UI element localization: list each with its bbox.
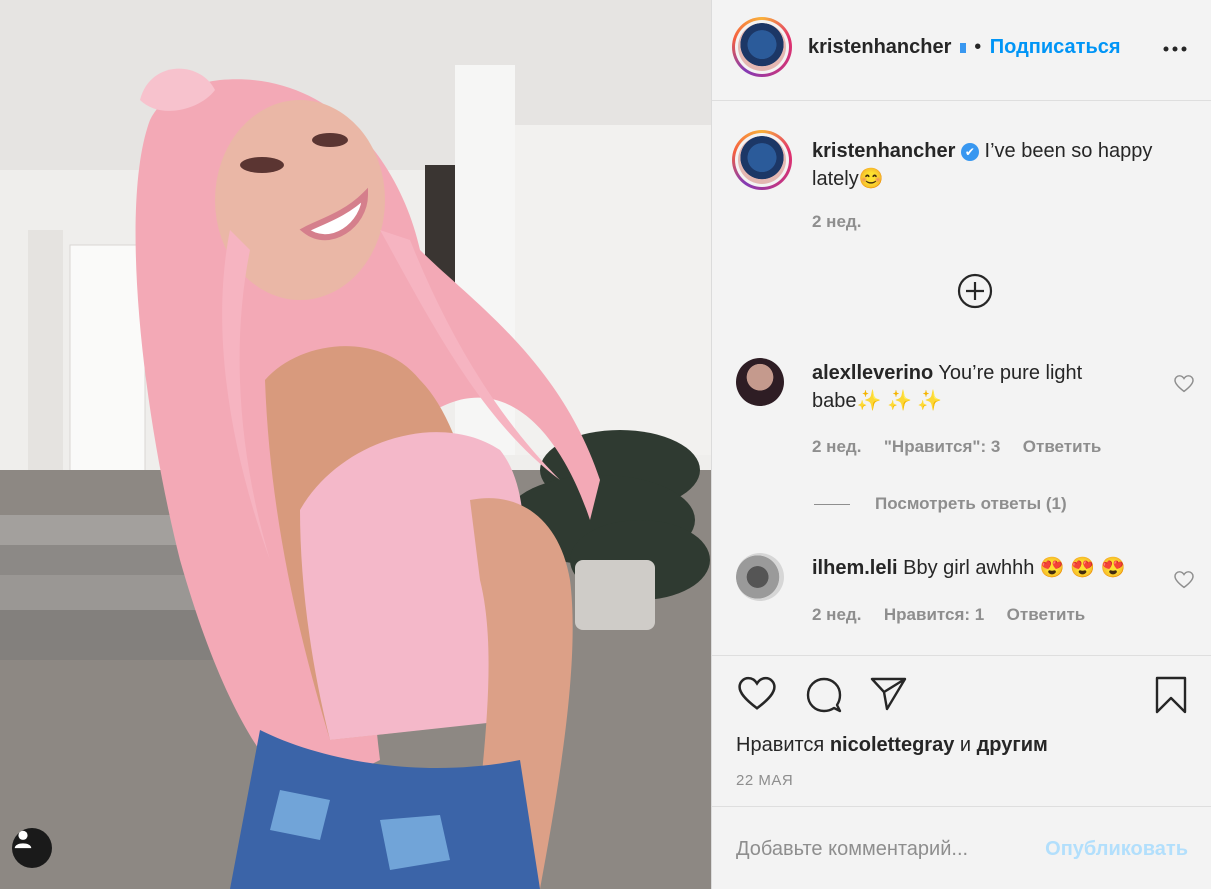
like-button[interactable] bbox=[738, 676, 776, 717]
post-actions: Нравится nicolettegray и другим 22 МАЯ bbox=[712, 655, 1211, 807]
comment-text-line2: babe✨ ✨ ✨ bbox=[812, 390, 943, 412]
heart-outline-icon bbox=[738, 676, 776, 710]
commenter-avatar[interactable] bbox=[736, 553, 784, 601]
comment-bubble-icon bbox=[806, 677, 842, 713]
likes-prefix: Нравится bbox=[736, 734, 825, 756]
tagged-users-button[interactable] bbox=[12, 828, 52, 868]
header-username[interactable]: kristenhancher bbox=[808, 36, 951, 58]
bookmark-icon bbox=[1155, 676, 1187, 714]
caption-username[interactable]: kristenhancher bbox=[812, 140, 955, 162]
comment-meta: 2 нед. "Нравится": 3 Ответить bbox=[812, 437, 1101, 457]
heart-outline-icon bbox=[1174, 571, 1194, 589]
likes-others-button[interactable]: другим bbox=[977, 734, 1048, 756]
more-horizontal-icon bbox=[1163, 46, 1187, 52]
caption-text-line2: lately😊 bbox=[812, 168, 884, 190]
comment-meta: 2 нед. Нравится: 1 Ответить bbox=[812, 605, 1085, 625]
more-options-button[interactable] bbox=[1162, 36, 1188, 67]
verified-badge-icon bbox=[959, 43, 966, 53]
send-paper-plane-icon bbox=[870, 677, 907, 711]
comment-likes[interactable]: "Нравится": 3 bbox=[884, 437, 1000, 456]
caption: kristenhancher ✔ I’ve been so happy late… bbox=[812, 137, 1192, 193]
comment-likes[interactable]: Нравится: 1 bbox=[884, 605, 984, 624]
post-date[interactable]: 22 МАЯ bbox=[736, 772, 793, 789]
save-button[interactable] bbox=[1154, 676, 1188, 719]
comment-text-line1: You’re pure light bbox=[938, 362, 1083, 384]
caption-time[interactable]: 2 нед. bbox=[812, 212, 861, 232]
post-photo[interactable] bbox=[0, 0, 711, 889]
heart-outline-icon bbox=[1174, 375, 1194, 393]
commenter-avatar[interactable] bbox=[736, 358, 784, 406]
comment-username[interactable]: alexlleverino bbox=[812, 362, 933, 384]
header-user-line: kristenhancher • Подписаться bbox=[808, 36, 1121, 59]
user-icon bbox=[14, 830, 32, 849]
comment-time[interactable]: 2 нед. bbox=[812, 605, 861, 624]
replies-divider bbox=[814, 504, 850, 505]
load-more-comments-button[interactable] bbox=[957, 273, 993, 314]
comment-text: Bby girl awhhh 😍 😍 😍 bbox=[903, 557, 1126, 579]
comment-form: Добавьте комментарий... Опубликовать bbox=[712, 806, 1211, 889]
comment-username[interactable]: ilhem.leli bbox=[812, 557, 898, 579]
dot-separator: • bbox=[974, 36, 982, 58]
comment-button[interactable] bbox=[805, 676, 843, 719]
post-header: kristenhancher • Подписаться bbox=[712, 0, 1211, 101]
photo-illustration bbox=[0, 0, 711, 889]
publish-button[interactable]: Опубликовать bbox=[1045, 838, 1188, 861]
likes-summary: Нравится nicolettegray и другим bbox=[736, 731, 1048, 759]
post-side-panel: kristenhancher • Подписаться kristenhanc… bbox=[711, 0, 1211, 889]
reply-button[interactable]: Ответить bbox=[1023, 437, 1102, 456]
comment: alexlleverino You’re pure light babe✨ ✨ … bbox=[812, 359, 1152, 415]
caption-text-line1: I’ve been so happy bbox=[984, 140, 1153, 162]
share-button[interactable] bbox=[870, 676, 908, 717]
caption-avatar[interactable] bbox=[732, 130, 792, 190]
likes-user[interactable]: nicolettegray bbox=[830, 734, 954, 756]
author-avatar[interactable] bbox=[732, 17, 792, 77]
verified-badge-icon: ✔ bbox=[960, 143, 979, 161]
comment-like-button[interactable] bbox=[1174, 375, 1194, 398]
plus-circle-icon bbox=[957, 273, 993, 309]
comment-time[interactable]: 2 нед. bbox=[812, 437, 861, 456]
comment-input[interactable]: Добавьте комментарий... bbox=[736, 838, 968, 861]
follow-button[interactable]: Подписаться bbox=[990, 36, 1121, 58]
comment: ilhem.leli Bby girl awhhh 😍 😍 😍 bbox=[812, 554, 1162, 582]
reply-button[interactable]: Ответить bbox=[1007, 605, 1086, 624]
view-replies-button[interactable]: Посмотреть ответы (1) bbox=[875, 494, 1067, 514]
likes-joiner: и bbox=[959, 734, 972, 756]
comment-like-button[interactable] bbox=[1174, 571, 1194, 594]
